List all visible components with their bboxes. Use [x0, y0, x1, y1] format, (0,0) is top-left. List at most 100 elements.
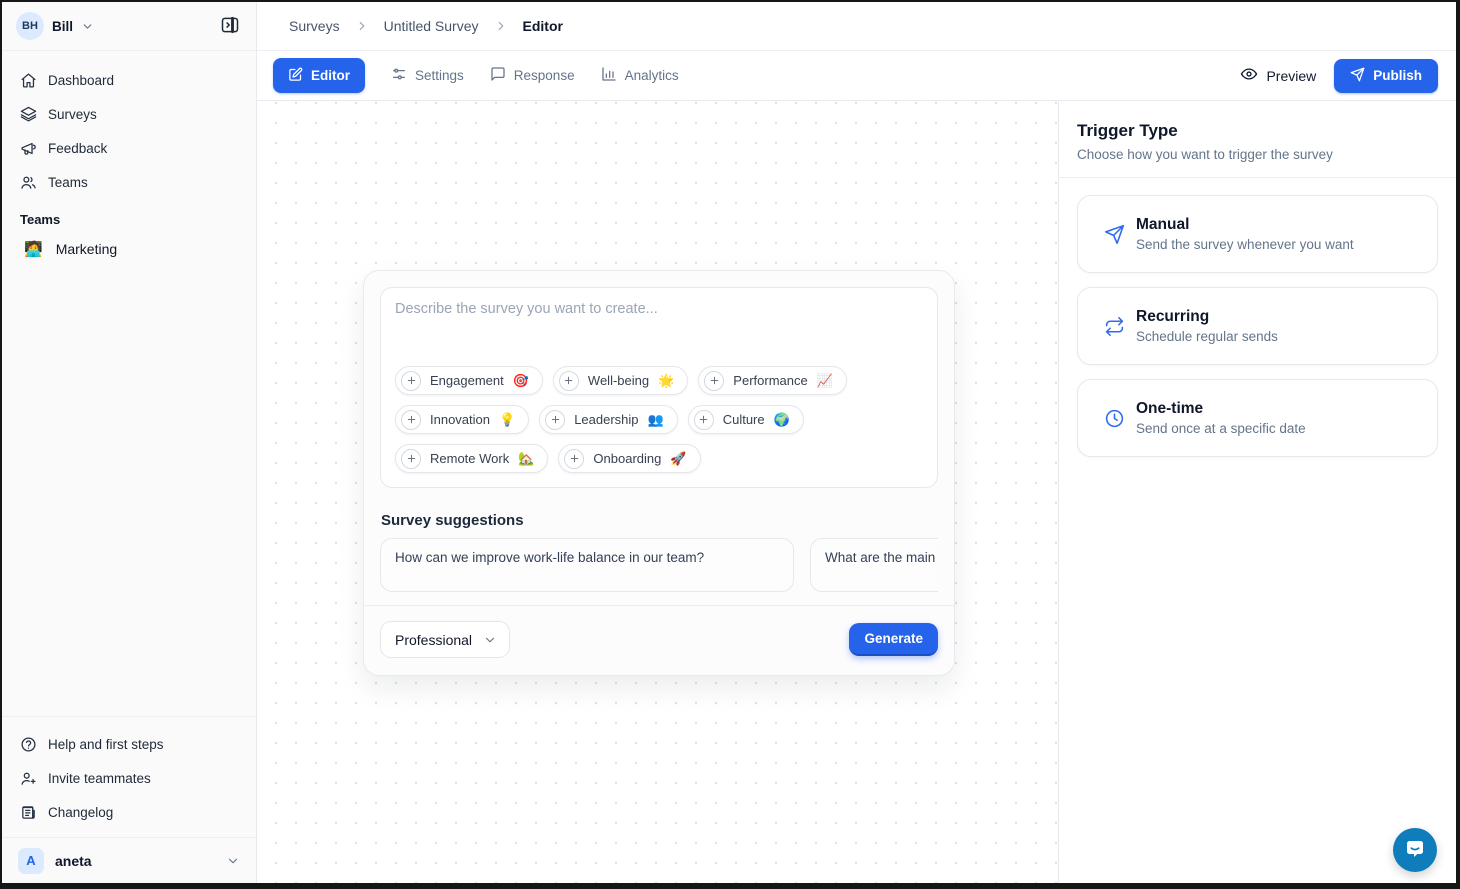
- busts-emoji-icon: 👥: [648, 412, 664, 428]
- tag-well-being[interactable]: Well-being 🌟: [553, 366, 688, 395]
- option-description: Send once at a specific date: [1136, 421, 1306, 436]
- bar-chart-icon: [601, 66, 617, 85]
- preview-label: Preview: [1266, 68, 1316, 84]
- sidebar: BH Bill Dashboard: [2, 2, 257, 883]
- pen-square-icon: [288, 67, 303, 85]
- star-emoji-icon: 🌟: [658, 373, 674, 389]
- editor-canvas: Engagement 🎯 Well-being 🌟 Performance: [257, 101, 1058, 883]
- tab-settings[interactable]: Settings: [391, 66, 464, 85]
- team-name: Marketing: [56, 241, 117, 257]
- account-name: aneta: [55, 853, 92, 869]
- plus-circle-icon: [559, 371, 579, 391]
- sliders-icon: [391, 66, 407, 85]
- plus-circle-icon: [564, 449, 584, 469]
- sidebar-item-label: Teams: [48, 175, 88, 190]
- chat-bubble-icon: [1403, 837, 1427, 864]
- chevron-down-icon: [483, 633, 497, 647]
- sidebar-team-marketing[interactable]: 🧑‍💻 Marketing: [2, 231, 256, 267]
- publish-button[interactable]: Publish: [1334, 59, 1438, 93]
- generate-button[interactable]: Generate: [849, 623, 938, 656]
- users-icon: [20, 174, 37, 191]
- plus-circle-icon: [545, 410, 565, 430]
- prompt-box: Engagement 🎯 Well-being 🌟 Performance: [380, 287, 938, 488]
- tab-analytics[interactable]: Analytics: [601, 66, 679, 85]
- layers-icon: [20, 106, 37, 123]
- option-description: Schedule regular sends: [1136, 329, 1278, 344]
- breadcrumb-surveys[interactable]: Surveys: [289, 18, 340, 34]
- sidebar-item-help[interactable]: Help and first steps: [10, 727, 248, 761]
- sidebar-item-label: Surveys: [48, 107, 97, 122]
- option-title: One-time: [1136, 400, 1306, 418]
- dart-emoji-icon: 🎯: [513, 373, 529, 389]
- suggestions-title: Survey suggestions: [381, 512, 938, 529]
- trigger-option-manual[interactable]: Manual Send the survey whenever you want: [1077, 195, 1438, 273]
- clock-icon: [1104, 408, 1125, 429]
- sidebar-collapse-button[interactable]: [216, 12, 244, 40]
- tone-select[interactable]: Professional: [380, 621, 510, 658]
- suggestion-card[interactable]: What are the main ob: [810, 538, 938, 592]
- account-menu[interactable]: A aneta: [2, 837, 256, 883]
- sidebar-item-label: Help and first steps: [48, 737, 164, 752]
- plus-circle-icon: [694, 410, 714, 430]
- tag-culture[interactable]: Culture 🌍: [688, 405, 804, 434]
- sidebar-item-label: Invite teammates: [48, 771, 151, 786]
- option-title: Manual: [1136, 216, 1354, 234]
- chevron-down-icon: [81, 20, 94, 33]
- chat-widget-button[interactable]: [1393, 828, 1437, 872]
- chart-emoji-icon: 📈: [817, 373, 833, 389]
- megaphone-icon: [20, 140, 37, 157]
- suggestions-row: How can we improve work-life balance in …: [380, 538, 938, 592]
- survey-description-input[interactable]: [395, 301, 923, 366]
- sidebar-item-surveys[interactable]: Surveys: [10, 97, 248, 131]
- workspace-name: Bill: [52, 19, 73, 34]
- trigger-option-one-time[interactable]: One-time Send once at a specific date: [1077, 379, 1438, 457]
- rocket-emoji-icon: 🚀: [670, 451, 686, 467]
- tab-response[interactable]: Response: [490, 66, 575, 85]
- tag-leadership[interactable]: Leadership 👥: [539, 405, 678, 434]
- tag-engagement[interactable]: Engagement 🎯: [395, 366, 543, 395]
- plus-circle-icon: [704, 371, 724, 391]
- breadcrumb-untitled-survey[interactable]: Untitled Survey: [384, 18, 479, 34]
- bulb-emoji-icon: 💡: [499, 412, 515, 428]
- teams-section-label: Teams: [20, 212, 256, 227]
- send-icon: [1350, 67, 1365, 85]
- preview-button[interactable]: Preview: [1240, 65, 1316, 86]
- home-icon: [20, 72, 37, 89]
- sidebar-item-dashboard[interactable]: Dashboard: [10, 63, 248, 97]
- sidebar-item-invite[interactable]: Invite teammates: [10, 761, 248, 795]
- sidebar-item-changelog[interactable]: Changelog: [10, 795, 248, 829]
- tag-innovation[interactable]: Innovation 💡: [395, 405, 529, 434]
- tag-remote-work[interactable]: Remote Work 🏡: [395, 444, 548, 473]
- survey-composer-card: Engagement 🎯 Well-being 🌟 Performance: [363, 270, 955, 676]
- sidebar-footer: Help and first steps Invite teammates Ch…: [2, 716, 256, 883]
- sidebar-item-label: Dashboard: [48, 73, 114, 88]
- chevron-right-icon: [355, 19, 369, 33]
- tab-label: Response: [514, 68, 575, 83]
- sidebar-item-teams[interactable]: Teams: [10, 165, 248, 199]
- tab-label: Settings: [415, 68, 464, 83]
- topic-tags: Engagement 🎯 Well-being 🌟 Performance: [395, 366, 923, 473]
- workspace-switcher[interactable]: BH Bill: [2, 2, 256, 51]
- tone-value: Professional: [395, 632, 472, 648]
- sidebar-item-label: Changelog: [48, 805, 113, 820]
- sidebar-item-feedback[interactable]: Feedback: [10, 131, 248, 165]
- newspaper-icon: [20, 804, 37, 821]
- globe-emoji-icon: 🌍: [774, 412, 790, 428]
- house-emoji-icon: 🏡: [518, 451, 534, 467]
- tab-editor[interactable]: Editor: [273, 58, 365, 93]
- plus-circle-icon: [401, 449, 421, 469]
- tag-onboarding[interactable]: Onboarding 🚀: [558, 444, 700, 473]
- trigger-options: Manual Send the survey whenever you want…: [1059, 178, 1456, 474]
- trigger-option-recurring[interactable]: Recurring Schedule regular sends: [1077, 287, 1438, 365]
- breadcrumb-editor: Editor: [523, 18, 563, 34]
- breadcrumb: Surveys Untitled Survey Editor: [257, 2, 1456, 51]
- sidebar-nav: Dashboard Surveys Feedback Teams: [2, 51, 256, 199]
- suggestion-card[interactable]: How can we improve work-life balance in …: [380, 538, 794, 592]
- panel-right-icon: [220, 15, 240, 38]
- chevron-down-icon: [226, 854, 240, 868]
- tag-performance[interactable]: Performance 📈: [698, 366, 847, 395]
- option-description: Send the survey whenever you want: [1136, 237, 1354, 252]
- chevron-right-icon: [494, 19, 508, 33]
- panel-title: Trigger Type: [1077, 121, 1438, 141]
- plus-circle-icon: [401, 371, 421, 391]
